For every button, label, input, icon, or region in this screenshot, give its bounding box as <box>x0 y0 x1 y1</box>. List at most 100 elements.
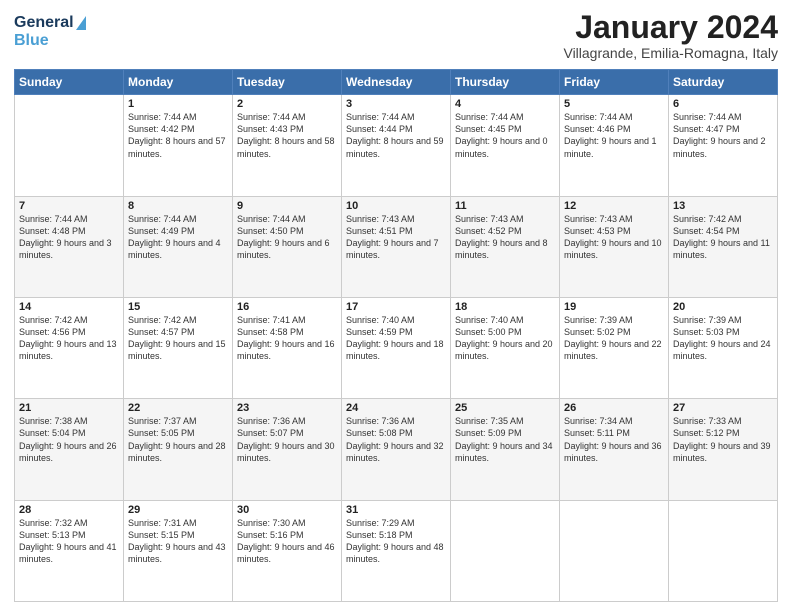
logo: General Blue <box>14 14 86 49</box>
cell-info: Sunrise: 7:43 AMSunset: 4:53 PMDaylight:… <box>564 214 662 260</box>
calendar-week-row: 28 Sunrise: 7:32 AMSunset: 5:13 PMDaylig… <box>15 500 778 601</box>
cell-info: Sunrise: 7:44 AMSunset: 4:47 PMDaylight:… <box>673 112 766 158</box>
cell-info: Sunrise: 7:43 AMSunset: 4:51 PMDaylight:… <box>346 214 439 260</box>
cell-info: Sunrise: 7:31 AMSunset: 5:15 PMDaylight:… <box>128 518 226 564</box>
day-number: 23 <box>237 402 337 414</box>
table-row: 11 Sunrise: 7:43 AMSunset: 4:52 PMDaylig… <box>451 196 560 297</box>
table-row: 29 Sunrise: 7:31 AMSunset: 5:15 PMDaylig… <box>124 500 233 601</box>
table-row: 2 Sunrise: 7:44 AMSunset: 4:43 PMDayligh… <box>233 95 342 196</box>
table-row <box>451 500 560 601</box>
day-number: 19 <box>564 301 664 313</box>
cell-info: Sunrise: 7:40 AMSunset: 5:00 PMDaylight:… <box>455 315 553 361</box>
calendar-week-row: 7 Sunrise: 7:44 AMSunset: 4:48 PMDayligh… <box>15 196 778 297</box>
cell-info: Sunrise: 7:44 AMSunset: 4:43 PMDaylight:… <box>237 112 335 158</box>
cell-info: Sunrise: 7:41 AMSunset: 4:58 PMDaylight:… <box>237 315 335 361</box>
col-tuesday: Tuesday <box>233 70 342 95</box>
table-row: 13 Sunrise: 7:42 AMSunset: 4:54 PMDaylig… <box>669 196 778 297</box>
cell-info: Sunrise: 7:36 AMSunset: 5:08 PMDaylight:… <box>346 416 444 462</box>
cell-info: Sunrise: 7:44 AMSunset: 4:44 PMDaylight:… <box>346 112 444 158</box>
table-row: 4 Sunrise: 7:44 AMSunset: 4:45 PMDayligh… <box>451 95 560 196</box>
cell-info: Sunrise: 7:44 AMSunset: 4:49 PMDaylight:… <box>128 214 221 260</box>
table-row <box>15 95 124 196</box>
col-saturday: Saturday <box>669 70 778 95</box>
table-row: 3 Sunrise: 7:44 AMSunset: 4:44 PMDayligh… <box>342 95 451 196</box>
day-number: 3 <box>346 98 446 110</box>
cell-info: Sunrise: 7:44 AMSunset: 4:42 PMDaylight:… <box>128 112 226 158</box>
day-number: 25 <box>455 402 555 414</box>
day-number: 4 <box>455 98 555 110</box>
header: General Blue January 2024 Villagrande, E… <box>14 10 778 61</box>
table-row: 8 Sunrise: 7:44 AMSunset: 4:49 PMDayligh… <box>124 196 233 297</box>
day-number: 20 <box>673 301 773 313</box>
day-number: 10 <box>346 200 446 212</box>
cell-info: Sunrise: 7:40 AMSunset: 4:59 PMDaylight:… <box>346 315 444 361</box>
day-number: 6 <box>673 98 773 110</box>
day-number: 29 <box>128 504 228 516</box>
cell-info: Sunrise: 7:35 AMSunset: 5:09 PMDaylight:… <box>455 416 553 462</box>
col-wednesday: Wednesday <box>342 70 451 95</box>
day-number: 12 <box>564 200 664 212</box>
col-sunday: Sunday <box>15 70 124 95</box>
main-title: January 2024 <box>563 10 778 45</box>
table-row: 24 Sunrise: 7:36 AMSunset: 5:08 PMDaylig… <box>342 399 451 500</box>
cell-info: Sunrise: 7:30 AMSunset: 5:16 PMDaylight:… <box>237 518 335 564</box>
table-row: 22 Sunrise: 7:37 AMSunset: 5:05 PMDaylig… <box>124 399 233 500</box>
cell-info: Sunrise: 7:44 AMSunset: 4:48 PMDaylight:… <box>19 214 112 260</box>
day-number: 28 <box>19 504 119 516</box>
table-row: 6 Sunrise: 7:44 AMSunset: 4:47 PMDayligh… <box>669 95 778 196</box>
day-number: 16 <box>237 301 337 313</box>
table-row: 27 Sunrise: 7:33 AMSunset: 5:12 PMDaylig… <box>669 399 778 500</box>
day-number: 9 <box>237 200 337 212</box>
day-number: 21 <box>19 402 119 414</box>
cell-info: Sunrise: 7:32 AMSunset: 5:13 PMDaylight:… <box>19 518 117 564</box>
cell-info: Sunrise: 7:42 AMSunset: 4:56 PMDaylight:… <box>19 315 117 361</box>
day-number: 2 <box>237 98 337 110</box>
day-number: 7 <box>19 200 119 212</box>
table-row: 18 Sunrise: 7:40 AMSunset: 5:00 PMDaylig… <box>451 297 560 398</box>
table-row: 30 Sunrise: 7:30 AMSunset: 5:16 PMDaylig… <box>233 500 342 601</box>
col-friday: Friday <box>560 70 669 95</box>
calendar-header-row: Sunday Monday Tuesday Wednesday Thursday… <box>15 70 778 95</box>
cell-info: Sunrise: 7:29 AMSunset: 5:18 PMDaylight:… <box>346 518 444 564</box>
day-number: 8 <box>128 200 228 212</box>
table-row: 12 Sunrise: 7:43 AMSunset: 4:53 PMDaylig… <box>560 196 669 297</box>
table-row: 14 Sunrise: 7:42 AMSunset: 4:56 PMDaylig… <box>15 297 124 398</box>
day-number: 15 <box>128 301 228 313</box>
table-row: 20 Sunrise: 7:39 AMSunset: 5:03 PMDaylig… <box>669 297 778 398</box>
table-row: 15 Sunrise: 7:42 AMSunset: 4:57 PMDaylig… <box>124 297 233 398</box>
subtitle: Villagrande, Emilia-Romagna, Italy <box>563 45 778 61</box>
day-number: 17 <box>346 301 446 313</box>
cell-info: Sunrise: 7:44 AMSunset: 4:46 PMDaylight:… <box>564 112 657 158</box>
calendar-table: Sunday Monday Tuesday Wednesday Thursday… <box>14 69 778 602</box>
calendar-week-row: 14 Sunrise: 7:42 AMSunset: 4:56 PMDaylig… <box>15 297 778 398</box>
table-row: 16 Sunrise: 7:41 AMSunset: 4:58 PMDaylig… <box>233 297 342 398</box>
table-row <box>669 500 778 601</box>
day-number: 1 <box>128 98 228 110</box>
table-row: 17 Sunrise: 7:40 AMSunset: 4:59 PMDaylig… <box>342 297 451 398</box>
table-row: 19 Sunrise: 7:39 AMSunset: 5:02 PMDaylig… <box>560 297 669 398</box>
day-number: 22 <box>128 402 228 414</box>
title-block: January 2024 Villagrande, Emilia-Romagna… <box>563 10 778 61</box>
day-number: 30 <box>237 504 337 516</box>
cell-info: Sunrise: 7:44 AMSunset: 4:50 PMDaylight:… <box>237 214 330 260</box>
calendar-week-row: 1 Sunrise: 7:44 AMSunset: 4:42 PMDayligh… <box>15 95 778 196</box>
table-row: 31 Sunrise: 7:29 AMSunset: 5:18 PMDaylig… <box>342 500 451 601</box>
table-row: 23 Sunrise: 7:36 AMSunset: 5:07 PMDaylig… <box>233 399 342 500</box>
day-number: 27 <box>673 402 773 414</box>
cell-info: Sunrise: 7:37 AMSunset: 5:05 PMDaylight:… <box>128 416 226 462</box>
cell-info: Sunrise: 7:44 AMSunset: 4:45 PMDaylight:… <box>455 112 548 158</box>
table-row: 9 Sunrise: 7:44 AMSunset: 4:50 PMDayligh… <box>233 196 342 297</box>
table-row: 21 Sunrise: 7:38 AMSunset: 5:04 PMDaylig… <box>15 399 124 500</box>
table-row: 26 Sunrise: 7:34 AMSunset: 5:11 PMDaylig… <box>560 399 669 500</box>
table-row: 25 Sunrise: 7:35 AMSunset: 5:09 PMDaylig… <box>451 399 560 500</box>
day-number: 13 <box>673 200 773 212</box>
day-number: 11 <box>455 200 555 212</box>
cell-info: Sunrise: 7:43 AMSunset: 4:52 PMDaylight:… <box>455 214 548 260</box>
table-row: 10 Sunrise: 7:43 AMSunset: 4:51 PMDaylig… <box>342 196 451 297</box>
calendar-week-row: 21 Sunrise: 7:38 AMSunset: 5:04 PMDaylig… <box>15 399 778 500</box>
cell-info: Sunrise: 7:42 AMSunset: 4:57 PMDaylight:… <box>128 315 226 361</box>
day-number: 14 <box>19 301 119 313</box>
page: General Blue January 2024 Villagrande, E… <box>0 0 792 612</box>
col-monday: Monday <box>124 70 233 95</box>
day-number: 5 <box>564 98 664 110</box>
